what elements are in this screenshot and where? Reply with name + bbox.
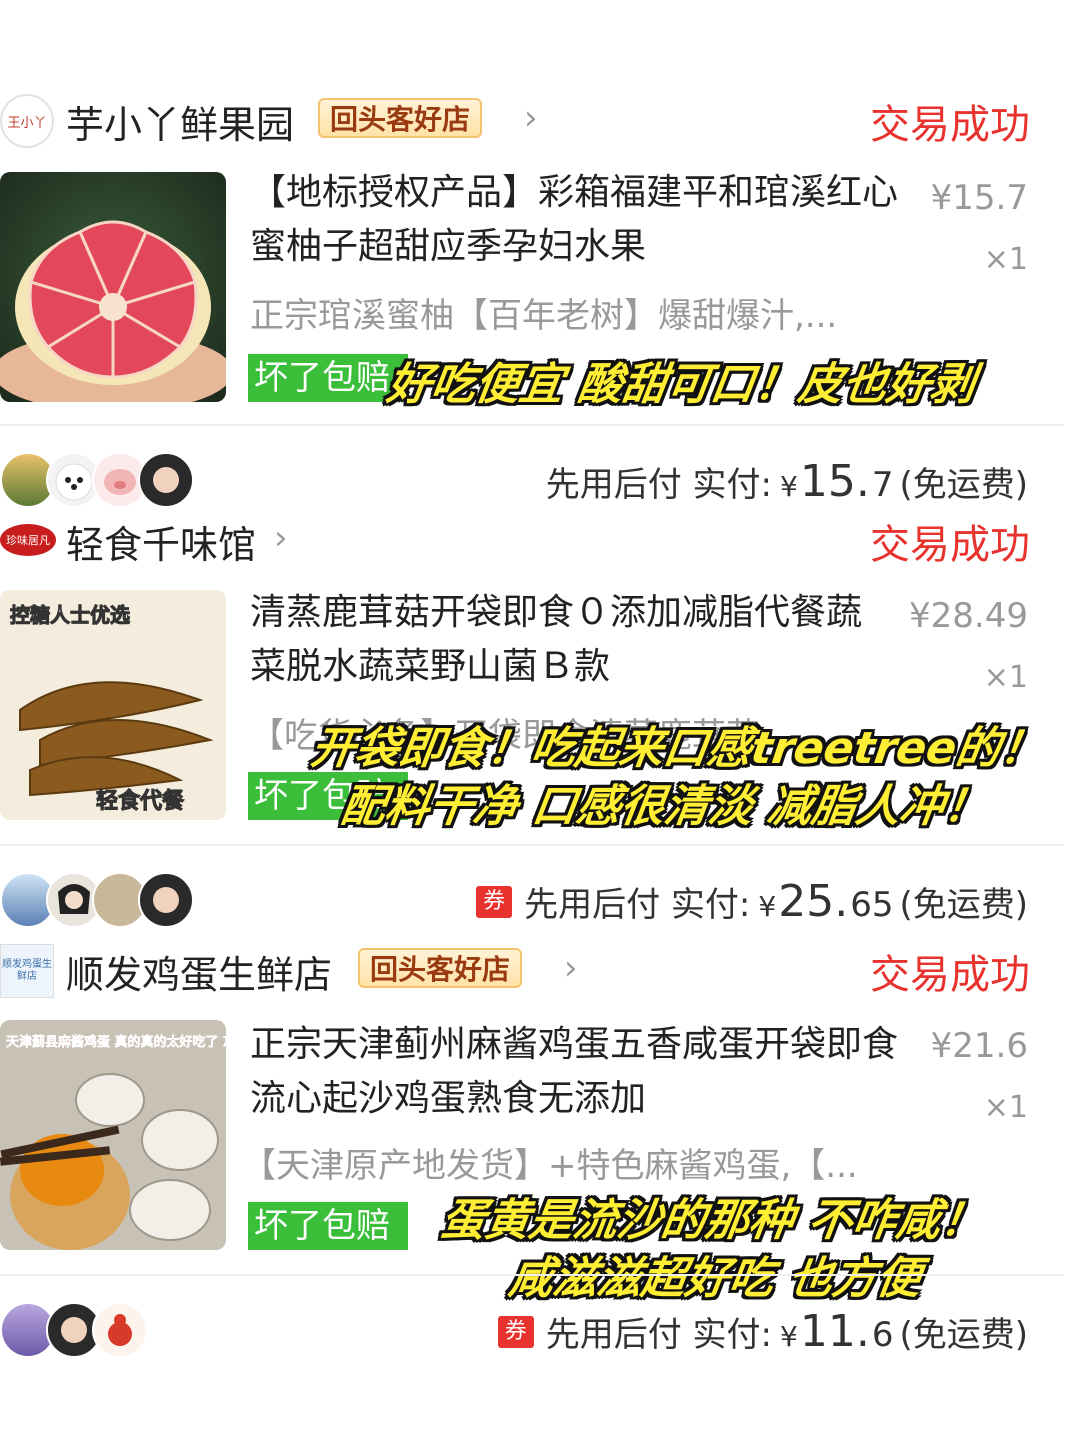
order-status: 交易成功 <box>870 522 1030 568</box>
product-quantity: ×1 <box>983 1090 1028 1125</box>
payment-summary: 券 先用后付 实付: ¥ 25. 65 (免运费) <box>476 876 1028 927</box>
salted-egg-image: 天津蓟县麻酱鸡蛋 真的真的太好吃了 忘不掉的美味 <box>0 1020 226 1250</box>
product-quantity: ×1 <box>983 242 1028 277</box>
divider <box>0 1274 1064 1276</box>
shipping-note: (免运费) <box>899 1315 1028 1355</box>
payment-amount: 25. <box>778 876 849 927</box>
payment-label: 先用后付 实付: <box>545 1315 773 1355</box>
shipping-note: (免运费) <box>899 465 1028 505</box>
avatar <box>138 452 194 508</box>
chevron-right-icon[interactable]: › <box>564 948 578 988</box>
shop-name[interactable]: 顺发鸡蛋生鲜店 <box>66 944 332 999</box>
shop-row[interactable]: 顺发鸡蛋生鲜店 顺发鸡蛋生鲜店 回头客好店 › 交易成功 <box>0 942 1080 1002</box>
currency-symbol: ¥ <box>758 890 777 923</box>
avatar-group[interactable] <box>0 1302 200 1358</box>
avatar <box>92 1302 148 1358</box>
repeat-customer-badge: 回头客好店 <box>318 98 483 138</box>
product-image[interactable]: 控糖人士优选 轻食代餐 <box>0 590 226 820</box>
coupon-icon: 券 <box>497 1315 534 1348</box>
product-subtitle: 【天津原产地发货】+特色麻酱鸡蛋,【... <box>242 1146 858 1186</box>
review-overlay-text: 好吃便宜 酸甜可口！皮也好剥 <box>383 359 979 410</box>
review-overlay-text: 开袋即食！吃起来口感treetree的！ <box>307 723 1048 774</box>
shop-logo-text: 顺发鸡蛋生鲜店 <box>2 959 52 982</box>
guarantee-badge: 坏了包赔 <box>248 354 408 402</box>
product-price: ¥28.49 <box>909 596 1028 636</box>
order-status: 交易成功 <box>870 952 1030 998</box>
payment-summary: 券 先用后付 实付: ¥ 11. 6 (免运费) <box>497 1306 1028 1357</box>
shipping-note: (免运费) <box>899 885 1028 925</box>
product-price: ¥21.6 <box>930 1026 1028 1066</box>
payment-summary: 先用后付 实付: ¥ 15. 7 (免运费) <box>546 456 1028 507</box>
avatar-group[interactable] <box>0 452 200 508</box>
product-price: ¥15.7 <box>930 178 1028 218</box>
currency-symbol: ¥ <box>780 1320 798 1353</box>
review-overlay-text: 蛋黄是流沙的那种 不咋咸！ <box>437 1195 989 1246</box>
product-subtitle: 正宗琯溪蜜柚【百年老树】爆甜爆汁,... <box>250 296 838 336</box>
shop-name[interactable]: 轻食千味馆 <box>66 514 256 569</box>
payment-amount-decimal: 65 <box>850 885 894 925</box>
repeat-customer-badge: 回头客好店 <box>358 948 523 988</box>
shop-row[interactable]: 珍味居凡 轻食千味馆 › 交易成功 <box>0 512 1080 572</box>
payment-amount-decimal: 7 <box>871 465 894 505</box>
payment-amount: 15. <box>799 456 870 507</box>
thumb-text-bottom: 轻食代餐 <box>96 788 185 814</box>
thumb-text: 天津蓟县麻酱鸡蛋 真的真的太好吃了 忘不掉的美味 <box>6 1034 226 1050</box>
payment-label: 先用后付 实付: <box>524 885 751 925</box>
shop-logo: 王小丫 <box>0 94 54 148</box>
avatar-group[interactable] <box>0 872 200 928</box>
chevron-right-icon[interactable]: › <box>274 518 288 558</box>
thumb-text-top: 控糖人士优选 <box>10 603 130 627</box>
product-title[interactable]: 【地标授权产品】彩箱福建平和琯溪红心蜜柚子超甜应季孕妇水果 <box>250 166 900 274</box>
divider <box>0 424 1064 426</box>
divider <box>0 844 1064 846</box>
shop-logo: 珍味居凡 <box>0 524 56 556</box>
order-status: 交易成功 <box>870 102 1030 148</box>
currency-symbol: ¥ <box>780 470 798 503</box>
product-image[interactable]: 天津蓟县麻酱鸡蛋 真的真的太好吃了 忘不掉的美味 <box>0 1020 226 1250</box>
shop-logo-text: 珍味居凡 <box>6 534 50 547</box>
product-title[interactable]: 清蒸鹿茸菇开袋即食０添加减脂代餐蔬菜脱水蔬菜野山菌Ｂ款 <box>250 586 870 694</box>
grapefruit-image <box>0 172 226 402</box>
payment-amount-decimal: 6 <box>871 1315 894 1355</box>
shop-logo-text: 王小丫 <box>7 115 47 131</box>
product-image[interactable] <box>0 172 226 402</box>
shop-logo: 顺发鸡蛋生鲜店 <box>0 944 54 998</box>
shop-row[interactable]: 王小丫 芋小丫鲜果园 回头客好店 › 交易成功 <box>0 92 1080 152</box>
chevron-right-icon[interactable]: › <box>524 98 538 138</box>
coupon-icon: 券 <box>476 885 513 918</box>
guarantee-badge: 坏了包赔 <box>248 1202 408 1250</box>
review-overlay-text: 配料干净 口感很清淡 减脂人冲！ <box>337 781 992 832</box>
product-quantity: ×1 <box>983 660 1028 695</box>
avatar <box>138 872 194 928</box>
product-title[interactable]: 正宗天津蓟州麻酱鸡蛋五香咸蛋开袋即食流心起沙鸡蛋熟食无添加 <box>250 1018 900 1126</box>
shop-name[interactable]: 芋小丫鲜果园 <box>66 94 294 149</box>
mushroom-image: 控糖人士优选 轻食代餐 <box>0 590 226 820</box>
payment-label: 先用后付 实付: <box>545 465 773 505</box>
payment-amount: 11. <box>799 1306 870 1357</box>
